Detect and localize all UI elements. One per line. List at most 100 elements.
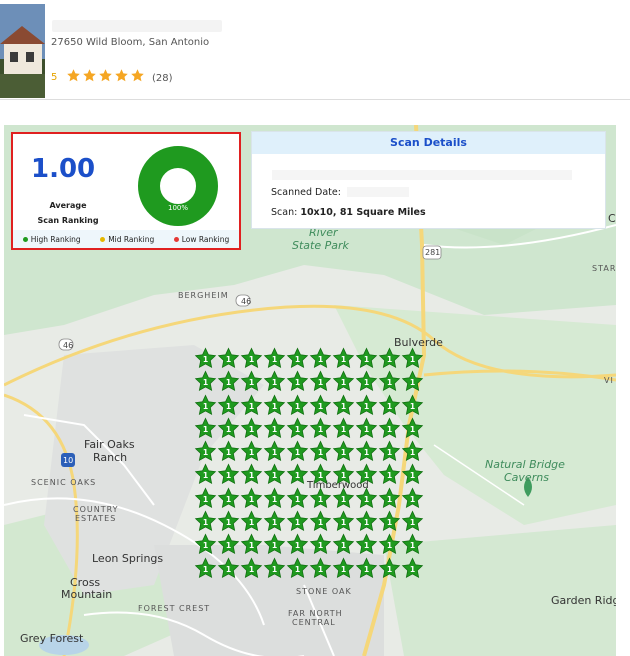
rank-marker-star[interactable]: 1 — [194, 533, 217, 556]
rank-marker-star[interactable]: 1 — [309, 347, 332, 370]
rank-marker-star[interactable]: 1 — [378, 370, 401, 393]
rank-marker-star[interactable]: 1 — [401, 463, 424, 486]
rank-marker-star[interactable]: 1 — [194, 510, 217, 533]
rank-marker-star[interactable]: 1 — [378, 463, 401, 486]
rank-marker-star[interactable]: 1 — [217, 533, 240, 556]
rank-marker-star[interactable]: 1 — [194, 394, 217, 417]
rank-marker-star[interactable]: 1 — [194, 487, 217, 510]
rank-marker-star[interactable]: 1 — [286, 417, 309, 440]
rank-marker-star[interactable]: 1 — [263, 347, 286, 370]
rank-marker-star[interactable]: 1 — [194, 557, 217, 580]
rank-marker-star[interactable]: 1 — [286, 370, 309, 393]
rank-marker-star[interactable]: 1 — [194, 463, 217, 486]
rank-marker-star[interactable]: 1 — [286, 510, 309, 533]
rank-marker-star[interactable]: 1 — [194, 347, 217, 370]
rank-marker-star[interactable]: 1 — [401, 440, 424, 463]
rank-marker-star[interactable]: 1 — [217, 557, 240, 580]
rank-marker-star[interactable]: 1 — [217, 394, 240, 417]
rank-marker-star[interactable]: 1 — [401, 347, 424, 370]
rank-marker-star[interactable]: 1 — [332, 394, 355, 417]
rank-marker-star[interactable]: 1 — [240, 347, 263, 370]
rank-marker-star[interactable]: 1 — [332, 370, 355, 393]
rank-marker-star[interactable]: 1 — [240, 533, 263, 556]
rank-marker-star[interactable]: 1 — [332, 557, 355, 580]
rank-marker-star[interactable]: 1 — [286, 440, 309, 463]
rank-marker-star[interactable]: 1 — [194, 440, 217, 463]
rank-marker-star[interactable]: 1 — [355, 533, 378, 556]
rank-marker-star[interactable]: 1 — [332, 417, 355, 440]
rank-marker-star[interactable]: 1 — [240, 510, 263, 533]
rank-marker-star[interactable]: 1 — [401, 533, 424, 556]
rank-marker-star[interactable]: 1 — [309, 463, 332, 486]
rank-marker-star[interactable]: 1 — [309, 510, 332, 533]
rank-marker-star[interactable]: 1 — [355, 487, 378, 510]
rank-marker-star[interactable]: 1 — [217, 487, 240, 510]
rank-marker-star[interactable]: 1 — [309, 440, 332, 463]
rank-marker-star[interactable]: 1 — [355, 370, 378, 393]
rank-marker-star[interactable]: 1 — [286, 394, 309, 417]
rank-marker-star[interactable]: 1 — [401, 557, 424, 580]
rank-marker-star[interactable]: 1 — [263, 417, 286, 440]
rank-marker-star[interactable]: 1 — [332, 440, 355, 463]
rank-marker-star[interactable]: 1 — [240, 417, 263, 440]
rank-marker-star[interactable]: 1 — [355, 463, 378, 486]
rank-marker-star[interactable]: 1 — [378, 510, 401, 533]
rank-marker-star[interactable]: 1 — [240, 370, 263, 393]
rank-marker-star[interactable]: 1 — [355, 417, 378, 440]
rank-marker-star[interactable]: 1 — [286, 557, 309, 580]
rank-marker-star[interactable]: 1 — [217, 370, 240, 393]
rank-marker-star[interactable]: 1 — [217, 417, 240, 440]
rank-marker-star[interactable]: 1 — [332, 487, 355, 510]
rank-marker-star[interactable]: 1 — [194, 370, 217, 393]
rank-marker-star[interactable]: 1 — [401, 487, 424, 510]
rank-marker-star[interactable]: 1 — [401, 417, 424, 440]
rank-marker-star[interactable]: 1 — [240, 440, 263, 463]
rank-marker-star[interactable]: 1 — [309, 370, 332, 393]
rank-marker-star[interactable]: 1 — [332, 463, 355, 486]
rank-marker-star[interactable]: 1 — [286, 347, 309, 370]
rank-marker-star[interactable]: 1 — [332, 510, 355, 533]
rank-marker-star[interactable]: 1 — [378, 417, 401, 440]
rank-marker-star[interactable]: 1 — [378, 440, 401, 463]
rank-marker-star[interactable]: 1 — [217, 347, 240, 370]
rank-marker-star[interactable]: 1 — [355, 440, 378, 463]
rank-marker-star[interactable]: 1 — [263, 463, 286, 486]
rank-marker-star[interactable]: 1 — [309, 417, 332, 440]
rank-marker-star[interactable]: 1 — [355, 394, 378, 417]
rank-marker-star[interactable]: 1 — [401, 370, 424, 393]
rank-marker-star[interactable]: 1 — [286, 533, 309, 556]
rank-marker-star[interactable]: 1 — [217, 463, 240, 486]
rank-marker-star[interactable]: 1 — [217, 440, 240, 463]
rank-marker-star[interactable]: 1 — [355, 510, 378, 533]
rank-marker-star[interactable]: 1 — [263, 533, 286, 556]
rank-marker-star[interactable]: 1 — [309, 394, 332, 417]
rank-marker-star[interactable]: 1 — [240, 394, 263, 417]
rank-marker-star[interactable]: 1 — [378, 394, 401, 417]
rank-marker-star[interactable]: 1 — [240, 463, 263, 486]
rank-marker-star[interactable]: 1 — [263, 510, 286, 533]
rank-marker-star[interactable]: 1 — [401, 394, 424, 417]
rank-marker-star[interactable]: 1 — [355, 347, 378, 370]
rank-marker-star[interactable]: 1 — [217, 510, 240, 533]
rank-marker-star[interactable]: 1 — [309, 557, 332, 580]
rank-marker-star[interactable]: 1 — [378, 557, 401, 580]
rank-marker-star[interactable]: 1 — [309, 487, 332, 510]
rank-marker-star[interactable]: 1 — [263, 370, 286, 393]
rank-marker-star[interactable]: 1 — [378, 487, 401, 510]
rank-marker-star[interactable]: 1 — [263, 440, 286, 463]
rank-marker-star[interactable]: 1 — [263, 557, 286, 580]
rank-marker-star[interactable]: 1 — [263, 394, 286, 417]
rank-marker-star[interactable]: 1 — [355, 557, 378, 580]
rank-marker-star[interactable]: 1 — [286, 463, 309, 486]
rank-marker-star[interactable]: 1 — [240, 487, 263, 510]
rank-marker-star[interactable]: 1 — [309, 533, 332, 556]
rank-marker-star[interactable]: 1 — [378, 347, 401, 370]
rank-marker-star[interactable]: 1 — [263, 487, 286, 510]
rank-marker-star[interactable]: 1 — [194, 417, 217, 440]
rank-marker-star[interactable]: 1 — [378, 533, 401, 556]
rank-marker-star[interactable]: 1 — [332, 533, 355, 556]
rank-marker-star[interactable]: 1 — [240, 557, 263, 580]
rank-marker-star[interactable]: 1 — [401, 510, 424, 533]
rank-marker-star[interactable]: 1 — [286, 487, 309, 510]
rank-marker-star[interactable]: 1 — [332, 347, 355, 370]
